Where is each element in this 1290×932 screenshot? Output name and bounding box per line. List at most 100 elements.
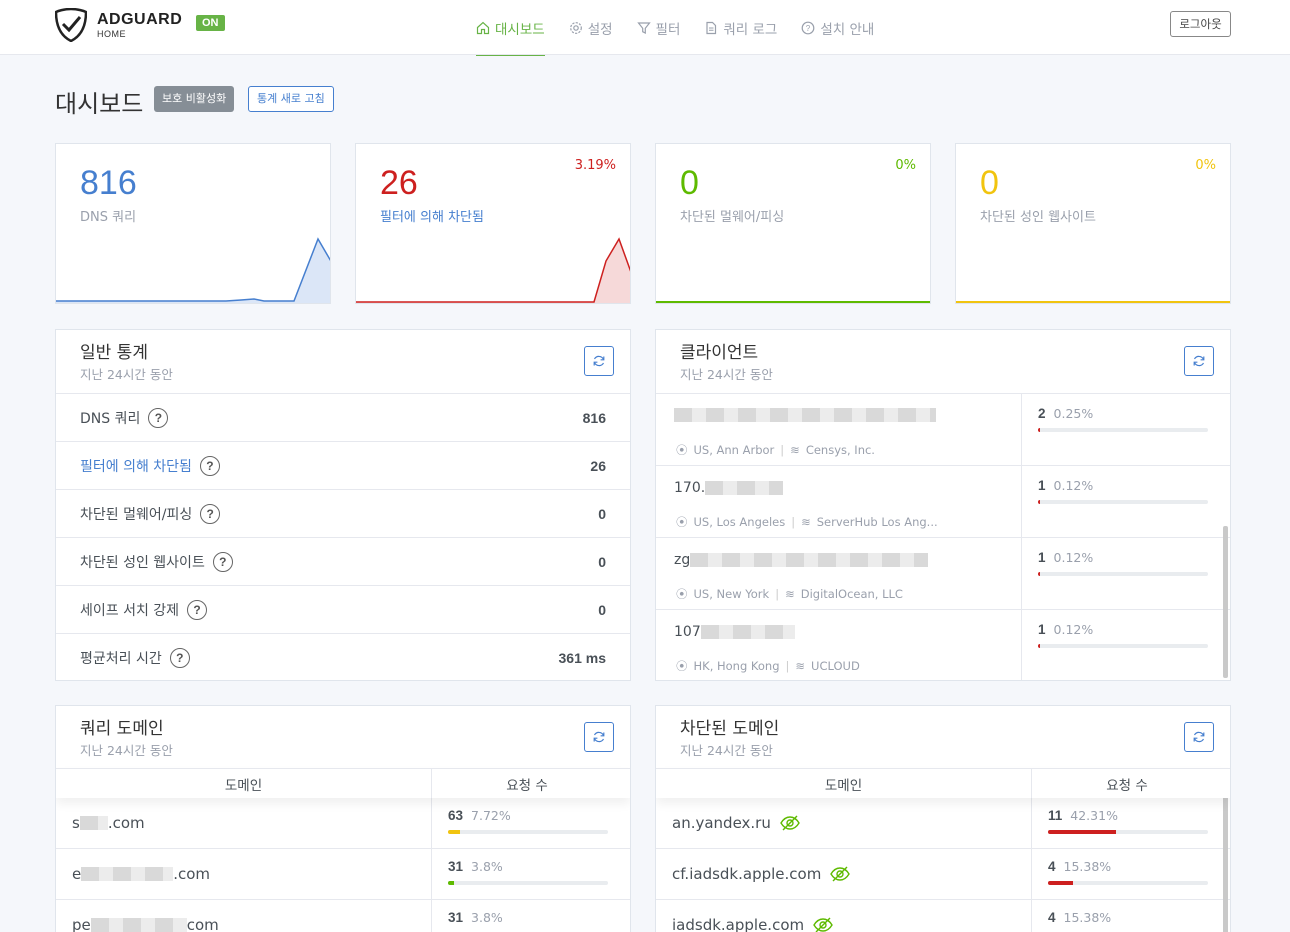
domain-prefix: pe bbox=[72, 916, 91, 932]
stat-row-label: 세이프 서치 강제 bbox=[80, 602, 180, 619]
client-ip[interactable]: 170. bbox=[674, 480, 784, 496]
client-row[interactable]: 170. ⦿ US, Los Angeles | ≋ ServerHub Los… bbox=[656, 466, 1230, 538]
svg-text:?: ? bbox=[806, 24, 811, 33]
client-bar bbox=[1038, 572, 1208, 576]
client-location: US, Ann Arbor bbox=[693, 443, 775, 457]
domain-bar-fill bbox=[448, 881, 455, 885]
stat-row-value: 816 bbox=[582, 409, 606, 426]
stat-row-adult: 차단된 성인 웹사이트? 0 bbox=[56, 538, 630, 586]
domain-text: iadsdk.apple.com bbox=[672, 916, 805, 932]
page-title: 대시보드 bbox=[55, 90, 144, 118]
refresh-button[interactable] bbox=[584, 722, 614, 752]
disable-protection-button[interactable]: 보호 비활성화 bbox=[154, 86, 235, 112]
stat-percent: 0% bbox=[1195, 158, 1216, 173]
query-domains-list: s .com 63 7.72% e .com 31 3.8% pe com 31 3.8% bbox=[56, 798, 630, 932]
column-header-count[interactable]: 요청 수 bbox=[1032, 769, 1222, 798]
logout-button[interactable]: 로그아웃 bbox=[1170, 11, 1231, 37]
gear-icon bbox=[569, 21, 583, 35]
general-stats-list: DNS 쿼리? 816 필터에 의해 차단됨? 26 차단된 멀웨어/피싱? 0… bbox=[56, 393, 630, 680]
domain-name[interactable]: an.yandex.ru bbox=[656, 798, 1032, 848]
clients-scrollbar[interactable] bbox=[1223, 526, 1228, 678]
help-icon[interactable]: ? bbox=[199, 455, 220, 476]
domain-prefix: s bbox=[72, 814, 80, 832]
client-location: US, New York bbox=[693, 587, 770, 601]
domain-name[interactable]: pe com bbox=[56, 900, 432, 932]
stat-row-label-link[interactable]: 필터에 의해 차단됨 bbox=[80, 456, 192, 476]
domain-prefix: e bbox=[72, 865, 82, 883]
stat-row-safesearch: 세이프 서치 강제? 0 bbox=[56, 586, 630, 634]
help-icon[interactable]: ? bbox=[200, 503, 221, 524]
eye-slash-icon[interactable] bbox=[829, 865, 851, 883]
stat-value: 26 bbox=[380, 164, 418, 202]
stat-card-dns-queries: 816 DNS 쿼리 bbox=[55, 143, 331, 304]
redacted-ip bbox=[674, 408, 936, 422]
client-bar bbox=[1038, 428, 1208, 432]
domain-percent: 3.8% bbox=[471, 910, 503, 925]
column-header-domain[interactable]: 도메인 bbox=[56, 769, 432, 798]
refresh-button[interactable] bbox=[584, 346, 614, 376]
help-icon[interactable]: ? bbox=[187, 599, 208, 620]
column-header-count[interactable]: 요청 수 bbox=[432, 769, 622, 798]
table-row: s .com 63 7.72% bbox=[56, 798, 630, 849]
domain-percent: 7.72% bbox=[471, 808, 511, 823]
panel-title: 쿼리 도메인 bbox=[80, 719, 164, 739]
domain-bar bbox=[1048, 830, 1208, 834]
protection-status-badge: ON bbox=[196, 15, 225, 31]
client-row[interactable]: ⦿ US, Ann Arbor | ≋ Censys, Inc. 2 0.25% bbox=[656, 394, 1230, 466]
stat-row-blocked-by-filters: 필터에 의해 차단됨? 26 bbox=[56, 442, 630, 490]
dns-queries-sparkline bbox=[56, 237, 330, 303]
panel-title: 일반 통계 bbox=[80, 343, 148, 363]
stat-card-adult-websites: 0 차단된 성인 웹사이트 0% bbox=[955, 143, 1231, 304]
domain-name[interactable]: s .com bbox=[56, 798, 432, 848]
wifi-icon: ≋ bbox=[785, 587, 795, 601]
stat-value: 0 bbox=[680, 164, 699, 202]
stat-row-value: 0 bbox=[598, 505, 606, 522]
client-row[interactable]: 107 ⦿ HK, Hong Kong | ≋ UCLOUD 1 0.12% bbox=[656, 610, 1230, 680]
client-ip[interactable]: zg bbox=[674, 552, 929, 568]
stat-row-label: 평균처리 시간 bbox=[80, 651, 162, 667]
refresh-icon bbox=[593, 731, 605, 743]
client-ip[interactable] bbox=[674, 408, 936, 422]
filter-icon bbox=[636, 21, 651, 35]
location-pin-icon: ⦿ bbox=[676, 659, 688, 673]
domain-name[interactable]: cf.iadsdk.apple.com bbox=[656, 849, 1032, 899]
domain-percent: 15.38% bbox=[1063, 859, 1112, 874]
stat-percent: 3.19% bbox=[574, 158, 616, 173]
location-pin-icon: ⦿ bbox=[676, 587, 688, 601]
clients-list: ⦿ US, Ann Arbor | ≋ Censys, Inc. 2 0.25% … bbox=[656, 393, 1230, 680]
domain-bar-fill bbox=[1048, 830, 1116, 834]
client-location: HK, Hong Kong bbox=[693, 659, 780, 673]
adguard-logo[interactable]: ADGUARD HOME bbox=[55, 8, 182, 42]
nav-query-log[interactable]: 쿼리 로그 bbox=[704, 0, 777, 55]
nav-setup-guide[interactable]: ? 설치 안내 bbox=[801, 0, 874, 55]
eye-slash-icon[interactable] bbox=[812, 916, 834, 932]
nav-filters[interactable]: 필터 bbox=[636, 0, 680, 55]
help-icon[interactable]: ? bbox=[148, 407, 169, 428]
help-icon[interactable]: ? bbox=[212, 551, 233, 572]
panel-subtitle: 지난 24시간 동안 bbox=[680, 367, 773, 382]
domain-name[interactable]: e .com bbox=[56, 849, 432, 899]
domain-text: cf.iadsdk.apple.com bbox=[672, 865, 822, 883]
redacted-ip bbox=[700, 625, 795, 639]
domain-name[interactable]: iadsdk.apple.com bbox=[656, 900, 1032, 932]
refresh-button[interactable] bbox=[1184, 722, 1214, 752]
table-row: pe com 31 3.8% bbox=[56, 900, 630, 932]
document-icon bbox=[704, 21, 718, 35]
help-icon[interactable]: ? bbox=[169, 648, 190, 668]
brand-subtitle: HOME bbox=[97, 28, 126, 39]
domain-bar bbox=[448, 830, 608, 834]
column-header-domain[interactable]: 도메인 bbox=[656, 769, 1032, 798]
nav-dashboard[interactable]: 대시보드 bbox=[476, 0, 545, 56]
refresh-button[interactable] bbox=[1184, 346, 1214, 376]
client-bar-fill bbox=[1038, 428, 1040, 432]
refresh-stats-button[interactable]: 통계 새로 고침 bbox=[248, 86, 334, 112]
panel-title: 차단된 도메인 bbox=[680, 719, 780, 739]
eye-slash-icon[interactable] bbox=[779, 814, 801, 832]
client-row[interactable]: zg ⦿ US, New York | ≋ DigitalOcean, LLC … bbox=[656, 538, 1230, 610]
client-ip[interactable]: 107 bbox=[674, 624, 795, 640]
redacted-domain bbox=[90, 918, 187, 932]
main-nav: 대시보드 설정 필터 쿼리 로그 ? 설치 안내 bbox=[476, 0, 898, 56]
location-pin-icon: ⦿ bbox=[676, 443, 688, 457]
nav-settings[interactable]: 설정 bbox=[569, 0, 613, 55]
client-ip-prefix: 107 bbox=[674, 624, 701, 640]
